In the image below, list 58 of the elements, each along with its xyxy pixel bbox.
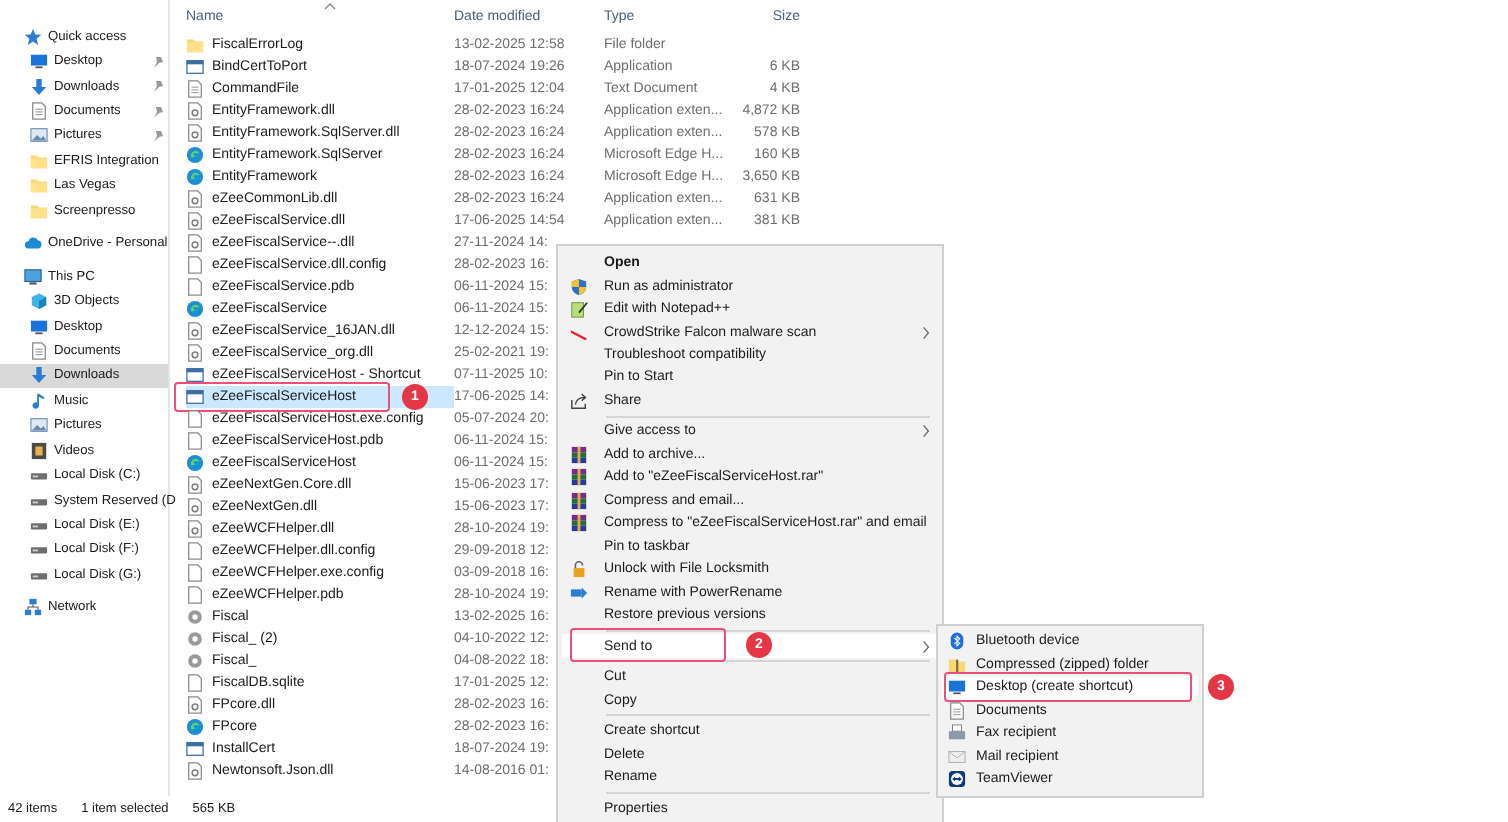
books-icon — [570, 468, 588, 487]
swirl-icon — [186, 168, 204, 186]
gear-document-icon — [186, 102, 204, 120]
gear-document-icon — [186, 520, 204, 538]
document-icon — [30, 102, 48, 121]
gear-document-icon — [186, 124, 204, 142]
envelope-icon — [948, 747, 966, 766]
rename-icon — [570, 583, 588, 602]
window-icon — [186, 388, 204, 406]
zip-folder-icon — [948, 655, 966, 674]
folder-icon — [186, 36, 204, 54]
gear-document-icon — [186, 762, 204, 780]
document-icon — [186, 80, 204, 98]
books-icon — [570, 514, 588, 533]
gear-document-icon — [186, 498, 204, 516]
star-icon — [24, 27, 42, 46]
folder-icon — [30, 176, 48, 195]
printer-icon — [948, 724, 966, 743]
monitor-icon — [24, 267, 42, 286]
folder-icon — [30, 201, 48, 220]
image-icon — [30, 126, 48, 145]
film-icon — [30, 441, 48, 460]
cube-icon — [30, 292, 48, 311]
monitor-icon — [948, 678, 966, 697]
padlock-icon — [570, 560, 588, 579]
window-icon — [186, 740, 204, 758]
gear-document-icon — [186, 212, 204, 230]
books-icon — [570, 491, 588, 510]
cloud-icon — [24, 234, 42, 253]
swirl-icon — [186, 454, 204, 472]
bluetooth-icon — [948, 632, 966, 651]
monitor-icon — [30, 317, 48, 336]
books-icon — [570, 445, 588, 464]
document-icon — [30, 341, 48, 360]
music-note-icon — [30, 391, 48, 410]
notepad-icon — [570, 300, 588, 319]
folder-icon — [30, 151, 48, 170]
sort-caret-icon — [324, 2, 336, 10]
gear-document-icon — [186, 696, 204, 714]
swirl-icon — [186, 146, 204, 164]
gear-document-icon — [186, 322, 204, 340]
monitor-icon — [30, 52, 48, 71]
share-icon — [570, 391, 588, 410]
window-icon — [186, 58, 204, 76]
file-icon — [186, 674, 204, 692]
swirl-icon — [186, 300, 204, 318]
gear-document-icon — [186, 234, 204, 252]
network-icon — [24, 598, 42, 617]
gear-document-icon — [186, 344, 204, 362]
gear-document-icon — [186, 476, 204, 494]
shield-icon — [570, 277, 588, 296]
swirl-icon — [186, 718, 204, 736]
gear-document-icon — [186, 190, 204, 208]
window-icon — [186, 366, 204, 384]
down-arrow-icon — [30, 77, 48, 96]
down-arrow-icon — [30, 366, 48, 385]
double-arrow-icon — [948, 770, 966, 789]
image-icon — [30, 416, 48, 435]
